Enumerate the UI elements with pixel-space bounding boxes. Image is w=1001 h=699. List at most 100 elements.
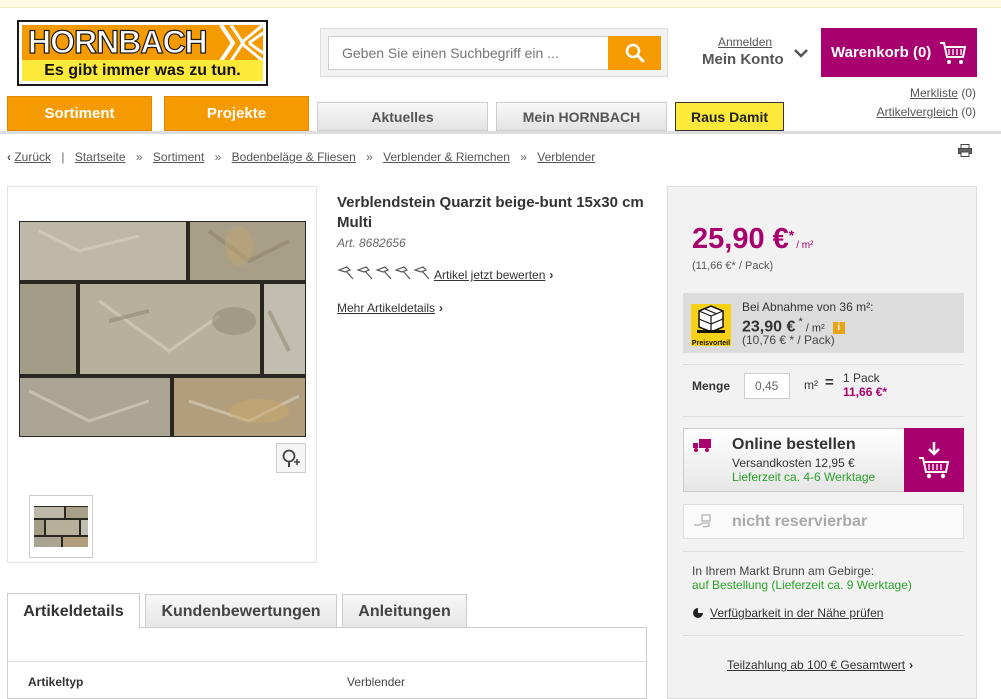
my-account-label[interactable]: Mein Konto — [702, 51, 784, 68]
search-icon — [625, 43, 644, 63]
divider — [683, 551, 964, 552]
rate-product-link[interactable]: Artikel jetzt bewerten — [434, 268, 545, 282]
more-details: Mehr Artikeldetails › — [337, 301, 443, 315]
cart-label: Warenkorb (0) — [831, 44, 932, 61]
price-advantage-box: Preisvorteil Bei Abnahme von 36 m²: 23,9… — [683, 293, 964, 353]
login-link[interactable]: Anmelden — [718, 35, 772, 49]
store-availability-label: In Ihrem Markt Brunn am Gebirge: — [692, 564, 875, 578]
divider — [683, 635, 964, 636]
installment-link[interactable]: Teilzahlung ab 100 € Gesamtwert — [727, 658, 905, 672]
thumbnail-image — [34, 506, 88, 547]
pack-price: (11,66 €* / Pack) — [692, 260, 774, 272]
article-number: Art. 8682656 — [337, 236, 406, 250]
breadcrumb-bodenbelaege[interactable]: Bodenbeläge & Fliesen — [232, 150, 356, 164]
hornbach-logo[interactable]: HORNBACH Es gibt immer was zu tun. — [17, 20, 268, 86]
online-order-title: Online bestellen — [732, 436, 856, 453]
wishlist-compare: Merkliste (0) Artikelvergleich (0) — [877, 84, 976, 122]
nav-tab-raus-damit[interactable]: Raus Damit — [675, 102, 784, 131]
product-title: Verblendstein Quarzit beige-bunt 15x30 c… — [337, 194, 644, 231]
printer-icon — [958, 144, 972, 157]
chevron-right-icon: › — [549, 268, 554, 282]
nav-tab-aktuelles[interactable]: Aktuelles — [317, 102, 488, 131]
tab-kundenbewertungen[interactable]: Kundenbewertungen — [145, 594, 337, 628]
chevron-right-icon: › — [909, 658, 914, 672]
hammer-rating-icon — [337, 266, 430, 280]
nav-tab-mein-hornbach[interactable]: Mein HORNBACH — [496, 102, 667, 131]
quantity-label: Menge — [692, 379, 731, 393]
search-bar — [320, 28, 668, 77]
back-chevron-icon: ‹ — [7, 150, 11, 164]
add-to-cart-button[interactable] — [904, 428, 964, 492]
price-advantage-condition: Bei Abnahme von 36 m²: — [742, 300, 874, 314]
zoom-in-icon — [282, 449, 300, 467]
more-details-link[interactable]: Mehr Artikeldetails — [337, 301, 435, 315]
price-asterisk: * — [788, 227, 795, 243]
chevron-down-icon — [794, 49, 808, 58]
breadcrumb-verblender-riemchen[interactable]: Verblender & Riemchen — [383, 150, 510, 164]
merkliste-link[interactable]: Merkliste — [910, 86, 958, 100]
breadcrumb-back[interactable]: Zurück — [14, 150, 51, 164]
reserve-panel: nicht reservierbar — [683, 504, 964, 539]
tab-panel: Artikeltyp Verblender — [7, 627, 647, 699]
divider — [683, 416, 964, 417]
quantity-packs: 1 Pack — [843, 371, 880, 385]
rating-hammers — [337, 265, 431, 281]
artikelvergleich-link[interactable]: Artikelvergleich — [877, 105, 958, 119]
spec-value: Verblender — [347, 675, 406, 689]
print-button[interactable] — [958, 144, 972, 160]
location-pie-icon — [693, 608, 703, 618]
tab-anleitungen[interactable]: Anleitungen — [342, 594, 467, 628]
breadcrumb-sortiment[interactable]: Sortiment — [153, 150, 204, 164]
nav-divider — [0, 131, 1001, 134]
reserve-status: nicht reservierbar — [732, 513, 868, 530]
logo-x-icon — [219, 25, 263, 60]
breadcrumb-startseite[interactable]: Startseite — [75, 150, 126, 164]
quantity-unit: m² — [804, 378, 818, 392]
search-button[interactable] — [608, 36, 661, 70]
store-availability-status: auf Bestellung (Lieferzeit ca. 9 Werktag… — [692, 578, 912, 592]
reserve-hand-icon — [694, 514, 711, 528]
cart-button[interactable]: Warenkorb (0) — [821, 28, 977, 77]
nav-tab-projekte[interactable]: Projekte — [164, 96, 309, 131]
search-input[interactable] — [328, 36, 614, 70]
chevron-right-icon: › — [439, 301, 444, 315]
divider — [683, 364, 964, 365]
price: 25,90 €*/ m² — [692, 223, 813, 256]
product-gallery — [7, 186, 317, 563]
price-advantage-badge: Preisvorteil — [692, 340, 730, 347]
quantity-total: 11,66 €* — [843, 385, 888, 399]
rate-product: Artikel jetzt bewerten › — [434, 268, 553, 282]
zoom-button[interactable] — [276, 443, 306, 473]
nav-tab-sortiment[interactable]: Sortiment — [7, 96, 152, 131]
quantity-equals: = — [825, 374, 834, 391]
top-strip — [0, 0, 1001, 8]
breadcrumb: ‹ Zurück | Startseite » Sortiment » Bode… — [7, 150, 596, 164]
pallet-icon: Preisvorteil — [691, 304, 731, 347]
shipping-cost: Versandkosten 12,95 € — [732, 456, 855, 470]
product-thumbnail[interactable] — [29, 495, 93, 558]
artikelvergleich-count: (0) — [961, 105, 976, 119]
account-dropdown-toggle[interactable] — [785, 37, 817, 69]
cart-icon — [940, 42, 967, 64]
spec-key: Artikeltyp — [28, 675, 84, 689]
buy-box: 25,90 €*/ m² (11,66 €* / Pack) Preisvort… — [667, 186, 977, 699]
delivery-time: Lieferzeit ca. 4-6 Werktage — [732, 470, 876, 484]
product-image[interactable] — [19, 221, 306, 437]
price-advantage-asterisk: * — [795, 316, 806, 328]
stone-wall-image — [19, 221, 306, 437]
merkliste-count: (0) — [961, 86, 976, 100]
availability-check-link[interactable]: Verfügbarkeit in der Nähe prüfen — [710, 606, 883, 620]
availability-check: Verfügbarkeit in der Nähe prüfen — [692, 606, 883, 620]
table-divider — [8, 661, 646, 662]
breadcrumb-verblender[interactable]: Verblender — [537, 150, 595, 164]
installment: Teilzahlung ab 100 € Gesamtwert › — [727, 658, 913, 672]
logo-slogan: Es gibt immer was zu tun. — [19, 60, 266, 84]
logo-top-band: HORNBACH — [19, 22, 266, 60]
quantity-input[interactable]: 0,45 — [744, 373, 790, 399]
tab-artikeldetails[interactable]: Artikeldetails — [7, 593, 140, 629]
price-unit: / m² — [796, 240, 814, 251]
online-order-panel[interactable]: Online bestellen Versandkosten 12,95 € L… — [683, 428, 964, 492]
delivery-truck-icon — [693, 439, 711, 452]
price-value: 25,90 € — [692, 223, 789, 255]
price-advantage-pack: (10,76 € * / Pack) — [742, 333, 835, 347]
